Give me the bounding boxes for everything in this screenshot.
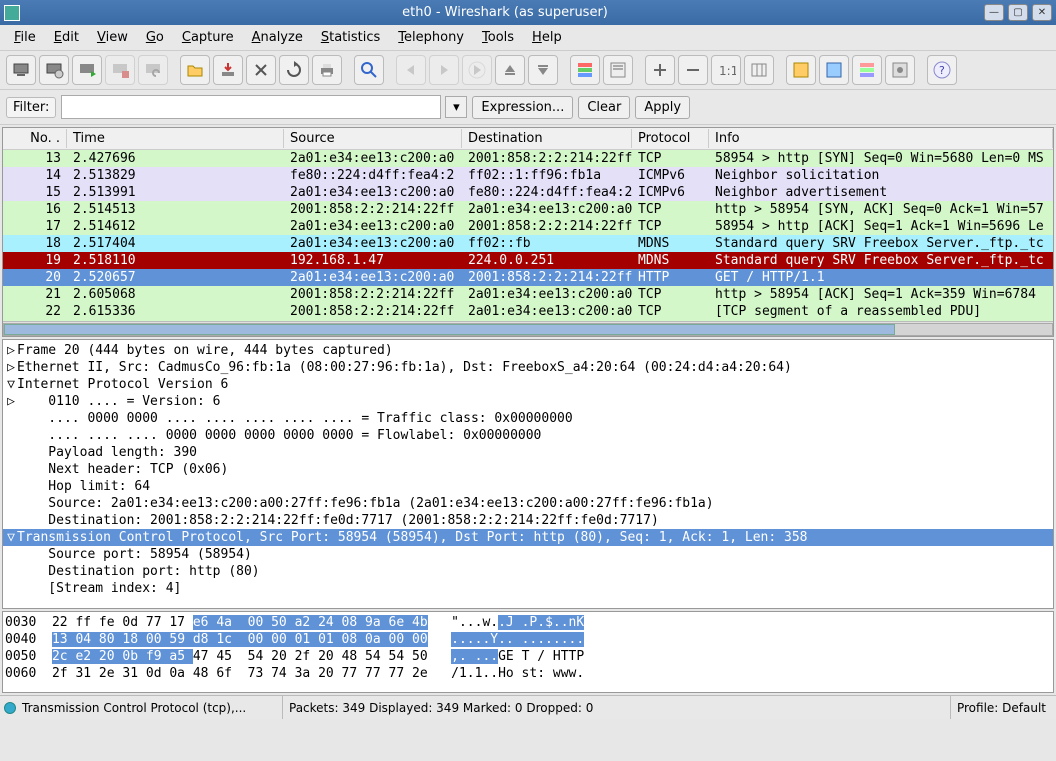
find-button[interactable] — [354, 55, 384, 85]
go-back-button[interactable] — [396, 55, 426, 85]
detail-row[interactable]: ▷ 0110 .... = Version: 6 — [3, 393, 1053, 410]
menu-help[interactable]: Help — [524, 27, 570, 48]
options-button[interactable] — [39, 55, 69, 85]
col-dst[interactable]: Destination — [462, 129, 632, 148]
save-button[interactable] — [213, 55, 243, 85]
window-title: eth0 - Wireshark (as superuser) — [26, 5, 984, 20]
packet-row[interactable]: 162.5145132001:858:2:2:214:22ff2a01:e34:… — [3, 201, 1053, 218]
svg-text:1:1: 1:1 — [719, 64, 736, 78]
col-info[interactable]: Info — [709, 129, 1053, 148]
packet-row[interactable]: 222.6153362001:858:2:2:214:22ff2a01:e34:… — [3, 303, 1053, 320]
menu-statistics[interactable]: Statistics — [313, 27, 388, 48]
resize-columns-button[interactable] — [744, 55, 774, 85]
status-mid: Packets: 349 Displayed: 349 Marked: 0 Dr… — [282, 696, 950, 719]
status-right: Profile: Default — [950, 696, 1052, 719]
packet-hscroll[interactable] — [3, 321, 1053, 336]
go-first-button[interactable] — [495, 55, 525, 85]
detail-row[interactable]: Destination: 2001:858:2:2:214:22ff:fe0d:… — [3, 512, 1053, 529]
close-file-button[interactable] — [246, 55, 276, 85]
packet-bytes-pane[interactable]: 0030 22 ff fe 0d 77 17 e6 4a 00 50 a2 24… — [2, 611, 1054, 693]
app-icon — [4, 5, 20, 21]
start-capture-button[interactable] — [72, 55, 102, 85]
packet-row[interactable]: 172.5146122a01:e34:ee13:c200:a02001:858:… — [3, 218, 1053, 235]
clear-button[interactable]: Clear — [578, 96, 630, 119]
packet-row[interactable]: 192.518110192.168.1.47224.0.0.251MDNSSta… — [3, 252, 1053, 269]
packet-details-pane[interactable]: ▷Frame 20 (444 bytes on wire, 444 bytes … — [2, 339, 1054, 609]
hex-row[interactable]: 0040 13 04 80 18 00 59 d8 1c 00 00 01 01… — [5, 631, 1051, 648]
menu-go[interactable]: Go — [138, 27, 172, 48]
apply-button[interactable]: Apply — [635, 96, 690, 119]
go-last-button[interactable] — [528, 55, 558, 85]
hex-row[interactable]: 0050 2c e2 20 0b f9 a5 47 45 54 20 2f 20… — [5, 648, 1051, 665]
titlebar: eth0 - Wireshark (as superuser) — ▢ ✕ — [0, 0, 1056, 25]
packet-list-pane: No. . Time Source Destination Protocol I… — [2, 127, 1054, 337]
packet-row[interactable]: 142.513829fe80::224:d4ff:fea4:2ff02::1:f… — [3, 167, 1053, 184]
menu-telephony[interactable]: Telephony — [390, 27, 472, 48]
stop-capture-button[interactable] — [105, 55, 135, 85]
coloring-rules-button[interactable] — [852, 55, 882, 85]
colorize-button[interactable] — [570, 55, 600, 85]
packet-row[interactable]: 182.5174042a01:e34:ee13:c200:a0ff02::fbM… — [3, 235, 1053, 252]
expression-button[interactable]: Expression... — [472, 96, 573, 119]
packet-row[interactable]: 152.5139912a01:e34:ee13:c200:a0fe80::224… — [3, 184, 1053, 201]
go-to-packet-button[interactable] — [462, 55, 492, 85]
packet-row[interactable]: 202.5206572a01:e34:ee13:c200:a02001:858:… — [3, 269, 1053, 286]
detail-row[interactable]: Destination port: http (80) — [3, 563, 1053, 580]
status-left: Transmission Control Protocol (tcp),... — [22, 701, 282, 715]
toolbar: 1:1 ? — [0, 51, 1056, 90]
detail-row[interactable]: Source port: 58954 (58954) — [3, 546, 1053, 563]
zoom-out-button[interactable] — [678, 55, 708, 85]
filter-label: Filter: — [6, 97, 56, 118]
detail-row[interactable]: Source: 2a01:e34:ee13:c200:a00:27ff:fe96… — [3, 495, 1053, 512]
hex-row[interactable]: 0060 2f 31 2e 31 0d 0a 48 6f 73 74 3a 20… — [5, 665, 1051, 682]
zoom-in-button[interactable] — [645, 55, 675, 85]
go-forward-button[interactable] — [429, 55, 459, 85]
detail-row[interactable]: ▷Ethernet II, Src: CadmusCo_96:fb:1a (08… — [3, 359, 1053, 376]
svg-text:?: ? — [939, 64, 945, 77]
maximize-button[interactable]: ▢ — [1008, 4, 1028, 21]
menu-file[interactable]: File — [6, 27, 44, 48]
help-button[interactable]: ? — [927, 55, 957, 85]
menu-view[interactable]: View — [89, 27, 136, 48]
packet-list-header[interactable]: No. . Time Source Destination Protocol I… — [3, 128, 1053, 150]
reload-button[interactable] — [279, 55, 309, 85]
filter-dropdown[interactable]: ▾ — [445, 96, 467, 118]
interfaces-button[interactable] — [6, 55, 36, 85]
detail-row[interactable]: ▽Transmission Control Protocol, Src Port… — [3, 529, 1053, 546]
statusbar: Transmission Control Protocol (tcp),... … — [0, 695, 1056, 719]
expert-info-icon[interactable] — [4, 702, 16, 714]
hex-row[interactable]: 0030 22 ff fe 0d 77 17 e6 4a 00 50 a2 24… — [5, 614, 1051, 631]
packet-row[interactable]: 132.4276962a01:e34:ee13:c200:a02001:858:… — [3, 150, 1053, 167]
detail-row[interactable]: ▷Frame 20 (444 bytes on wire, 444 bytes … — [3, 342, 1053, 359]
col-no[interactable]: No. . — [3, 129, 67, 148]
col-time[interactable]: Time — [67, 129, 284, 148]
display-filters-button[interactable] — [819, 55, 849, 85]
filter-input[interactable] — [61, 95, 441, 119]
minimize-button[interactable]: — — [984, 4, 1004, 21]
auto-scroll-button[interactable] — [603, 55, 633, 85]
menu-analyze[interactable]: Analyze — [244, 27, 311, 48]
detail-row[interactable]: [Stream index: 4] — [3, 580, 1053, 597]
print-button[interactable] — [312, 55, 342, 85]
open-button[interactable] — [180, 55, 210, 85]
menu-capture[interactable]: Capture — [174, 27, 242, 48]
detail-row[interactable]: Next header: TCP (0x06) — [3, 461, 1053, 478]
menubar: FileEditViewGoCaptureAnalyzeStatisticsTe… — [0, 25, 1056, 51]
filter-bar: Filter: ▾ Expression... Clear Apply — [0, 90, 1056, 125]
detail-row[interactable]: .... .... .... 0000 0000 0000 0000 0000 … — [3, 427, 1053, 444]
col-proto[interactable]: Protocol — [632, 129, 709, 148]
detail-row[interactable]: Payload length: 390 — [3, 444, 1053, 461]
close-button[interactable]: ✕ — [1032, 4, 1052, 21]
col-src[interactable]: Source — [284, 129, 462, 148]
packet-row[interactable]: 212.6050682001:858:2:2:214:22ff2a01:e34:… — [3, 286, 1053, 303]
restart-capture-button[interactable] — [138, 55, 168, 85]
detail-row[interactable]: ▽Internet Protocol Version 6 — [3, 376, 1053, 393]
detail-row[interactable]: .... 0000 0000 .... .... .... .... .... … — [3, 410, 1053, 427]
preferences-button[interactable] — [885, 55, 915, 85]
capture-filters-button[interactable] — [786, 55, 816, 85]
menu-tools[interactable]: Tools — [474, 27, 522, 48]
detail-row[interactable]: Hop limit: 64 — [3, 478, 1053, 495]
zoom-reset-button[interactable]: 1:1 — [711, 55, 741, 85]
menu-edit[interactable]: Edit — [46, 27, 87, 48]
